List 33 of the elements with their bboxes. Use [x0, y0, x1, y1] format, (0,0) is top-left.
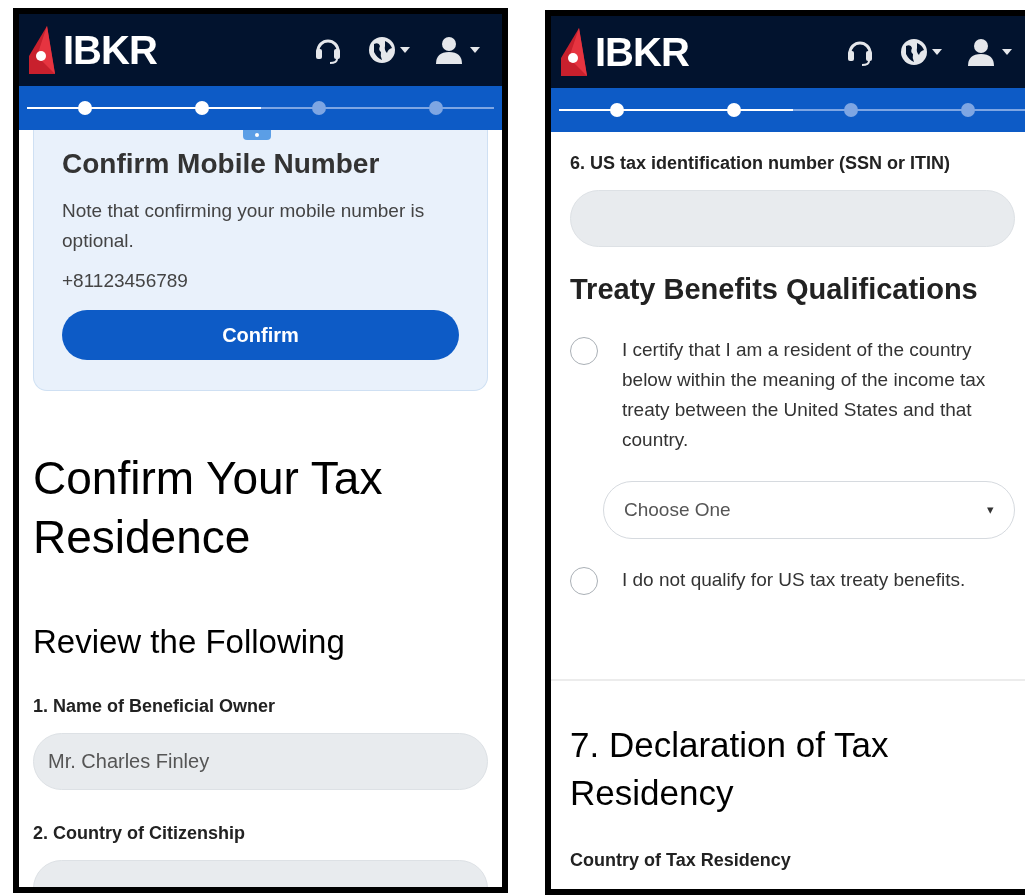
text-field[interactable]	[570, 190, 1015, 247]
phone-number: +81123456789	[62, 269, 189, 293]
card-title: Confirm Mobile Number	[62, 147, 381, 181]
country-dropdown[interactable]: Choose One ▾	[603, 481, 1015, 539]
logo-icon	[27, 26, 57, 74]
logo-text: IBKR	[63, 30, 157, 70]
caret-icon[interactable]	[932, 49, 942, 55]
section-title: 7. Declaration of Tax Residency	[570, 724, 890, 814]
field-label: Country of Tax Residency	[570, 849, 792, 872]
radio-button[interactable]	[570, 567, 598, 595]
globe-icon[interactable]	[368, 36, 396, 64]
card-note: Note that confirming your mobile number is optional.	[62, 199, 426, 253]
radio-label: I do not qualify for US tax treaty benefits.	[622, 568, 967, 592]
section-heading: Review the Following	[33, 622, 346, 662]
caret-icon: ▾	[987, 500, 994, 520]
user-icon[interactable]	[436, 36, 462, 64]
caret-icon[interactable]	[400, 47, 410, 53]
page-title: Confirm Your Tax Residence	[33, 451, 384, 565]
field-label: 1. Name of Beneficial Owner	[33, 695, 277, 718]
radio-label: I certify that I am a resident of the country below within the meaning of the income tax treaty between the United States and that country.	[622, 338, 987, 452]
logo-icon	[559, 28, 589, 76]
user-icon[interactable]	[968, 38, 994, 66]
field-label: 6. US tax identification number (SSN or ITIN)	[570, 152, 952, 175]
confirm-button[interactable]: Confirm	[62, 310, 459, 360]
globe-icon[interactable]	[900, 38, 928, 66]
section-heading: Treaty Benefits Qualifications	[570, 272, 979, 307]
text-field[interactable]: Mr. Charles Finley	[33, 733, 488, 790]
dropdown-placeholder: Choose One	[624, 497, 731, 522]
radio-button[interactable]	[570, 337, 598, 365]
field-label: 2. Country of Citizenship	[33, 822, 246, 845]
caret-icon[interactable]	[470, 47, 480, 53]
caret-icon[interactable]	[1002, 49, 1012, 55]
logo-text: IBKR	[595, 32, 689, 72]
